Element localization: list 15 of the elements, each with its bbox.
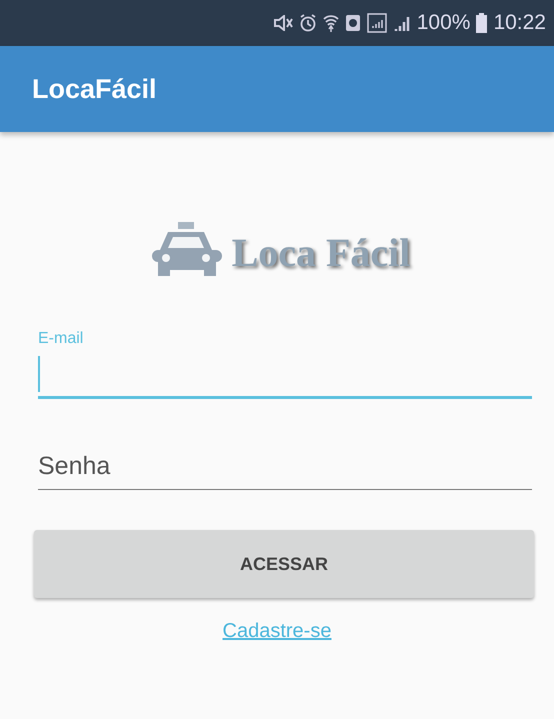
battery-percentage: 100%	[416, 11, 470, 35]
password-field[interactable]: Senha	[38, 443, 532, 490]
signal-icon	[392, 14, 411, 32]
login-button[interactable]: ACESSAR	[34, 530, 534, 598]
mute-icon	[272, 15, 293, 31]
text-cursor	[38, 356, 40, 392]
placeholder: Senha	[38, 452, 110, 480]
alarm-icon	[298, 14, 317, 32]
clock: 10:22	[493, 11, 546, 35]
logo-text: Loca Fácil	[232, 229, 410, 276]
wifi-icon	[322, 14, 339, 32]
app-title: LocaFácil	[32, 74, 157, 104]
field-label: E-mail	[38, 330, 84, 349]
signal-icon	[366, 13, 387, 33]
battery-icon	[476, 13, 488, 33]
